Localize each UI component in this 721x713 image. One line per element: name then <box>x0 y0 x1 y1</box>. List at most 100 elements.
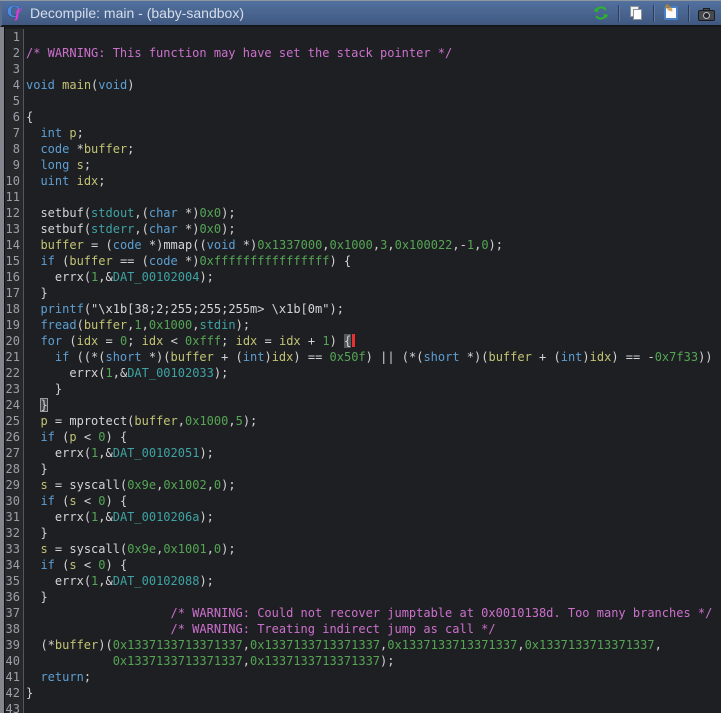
code-line[interactable]: 14 buffer = (code *)mmap((void *)0x13370… <box>5 237 721 253</box>
code-line[interactable]: 27 errx(1,&DAT_00102051); <box>5 445 721 461</box>
line-number: 25 <box>5 413 24 429</box>
code-line[interactable]: 35 errx(1,&DAT_00102088); <box>5 573 721 589</box>
code-line[interactable]: 30 if (s < 0) { <box>5 493 721 509</box>
code-line[interactable]: 5 <box>5 93 721 109</box>
code-text: } <box>24 589 721 605</box>
line-number: 31 <box>5 509 24 525</box>
code-line[interactable]: 39 (*buffer)(0x1337133713371337,0x133713… <box>5 637 721 653</box>
code-line[interactable]: 19 fread(buffer,1,0x1000,stdin); <box>5 317 721 333</box>
code-line[interactable]: 6{ <box>5 109 721 125</box>
line-number: 2 <box>5 45 24 61</box>
code-text: buffer = (code *)mmap((void *)0x1337000,… <box>24 237 721 253</box>
line-number: 38 <box>5 621 24 637</box>
code-line[interactable]: 2/* WARNING: This function may have set … <box>5 45 721 61</box>
line-number: 1 <box>5 29 24 45</box>
code-line[interactable]: 13 setbuf(stderr,(char *)0x0); <box>5 221 721 237</box>
code-line[interactable]: 21 if ((*(short *)(buffer + (int)idx) ==… <box>5 349 721 365</box>
code-text: errx(1,&DAT_00102004); <box>24 269 721 285</box>
code-text: uint idx; <box>24 173 721 189</box>
code-text: } <box>24 461 721 477</box>
refresh-button[interactable] <box>590 3 612 23</box>
code-text: setbuf(stderr,(char *)0x0); <box>24 221 721 237</box>
code-line[interactable]: 18 printf("\x1b[38;2;255;255;255m> \x1b[… <box>5 301 721 317</box>
code-text: fread(buffer,1,0x1000,stdin); <box>24 317 721 333</box>
code-text: errx(1,&DAT_00102051); <box>24 445 721 461</box>
code-text: if ((*(short *)(buffer + (int)idx) == 0x… <box>24 349 721 365</box>
code-text: } <box>24 397 721 413</box>
line-number: 41 <box>5 669 24 685</box>
code-text: errx(1,&DAT_0010206a); <box>24 509 721 525</box>
code-line[interactable]: 24 } <box>5 397 721 413</box>
code-text: 0x1337133713371337,0x1337133713371337); <box>24 653 721 669</box>
code-line[interactable]: 38 /* WARNING: Treating indirect jump as… <box>5 621 721 637</box>
code-line[interactable]: 22 errx(1,&DAT_00102033); <box>5 365 721 381</box>
code-line[interactable]: 12 setbuf(stdout,(char *)0x0); <box>5 205 721 221</box>
code-text: printf("\x1b[38;2;255;255;255m> \x1b[0m"… <box>24 301 721 317</box>
code-line[interactable]: 41 return; <box>5 669 721 685</box>
code-line[interactable]: 4void main(void) <box>5 77 721 93</box>
copy-icon <box>629 6 644 21</box>
code-text: } <box>24 525 721 541</box>
line-number: 39 <box>5 637 24 653</box>
line-number: 16 <box>5 269 24 285</box>
code-line[interactable]: 43 <box>5 701 721 713</box>
code-line[interactable]: 36 } <box>5 589 721 605</box>
line-number: 42 <box>5 685 24 701</box>
refresh-icon <box>593 5 609 21</box>
code-line[interactable]: 26 if (p < 0) { <box>5 429 721 445</box>
code-line[interactable]: 32 } <box>5 525 721 541</box>
code-text: errx(1,&DAT_00102033); <box>24 365 721 381</box>
code-line[interactable]: 42} <box>5 685 721 701</box>
code-line[interactable]: 40 0x1337133713371337,0x1337133713371337… <box>5 653 721 669</box>
code-text: /* WARNING: This function may have set t… <box>24 45 721 61</box>
code-text: { <box>24 109 721 125</box>
code-text: (*buffer)(0x1337133713371337,0x133713371… <box>24 637 721 653</box>
code-line[interactable]: 33 s = syscall(0x9e,0x1001,0); <box>5 541 721 557</box>
code-text: void main(void) <box>24 77 721 93</box>
code-text: errx(1,&DAT_00102088); <box>24 573 721 589</box>
code-line[interactable]: 23 } <box>5 381 721 397</box>
code-text: } <box>24 685 721 701</box>
code-line[interactable]: 25 p = mprotect(buffer,0x1000,5); <box>5 413 721 429</box>
code-line[interactable]: 28 } <box>5 461 721 477</box>
code-text <box>24 701 721 713</box>
code-line[interactable]: 1 <box>5 29 721 45</box>
line-number: 18 <box>5 301 24 317</box>
copy-button[interactable] <box>625 3 647 23</box>
code-line[interactable]: 9 long s; <box>5 157 721 173</box>
code-line[interactable]: 15 if (buffer == (code *)0xfffffffffffff… <box>5 253 721 269</box>
code-line[interactable]: 11 <box>5 189 721 205</box>
toolbar-separator <box>688 5 689 22</box>
line-number: 10 <box>5 173 24 189</box>
code-line[interactable]: 16 errx(1,&DAT_00102004); <box>5 269 721 285</box>
line-number: 23 <box>5 381 24 397</box>
code-text: code *buffer; <box>24 141 721 157</box>
code-line[interactable]: 29 s = syscall(0x9e,0x1002,0); <box>5 477 721 493</box>
edit-button[interactable]: ✎ <box>660 3 682 23</box>
code-line[interactable]: 31 errx(1,&DAT_0010206a); <box>5 509 721 525</box>
code-line[interactable]: 8 code *buffer; <box>5 141 721 157</box>
code-line[interactable]: 7 int p; <box>5 125 721 141</box>
code-text: for (idx = 0; idx < 0xfff; idx = idx + 1… <box>24 333 721 349</box>
code-text: s = syscall(0x9e,0x1001,0); <box>24 541 721 557</box>
code-text: if (buffer == (code *)0xffffffffffffffff… <box>24 253 721 269</box>
code-line[interactable]: 34 if (s < 0) { <box>5 557 721 573</box>
code-line[interactable]: 10 uint idx; <box>5 173 721 189</box>
code-line[interactable]: 3 <box>5 61 721 77</box>
snapshot-button[interactable] <box>695 3 717 23</box>
line-number: 30 <box>5 493 24 509</box>
code-text: if (s < 0) { <box>24 493 721 509</box>
decompiler-editor: 12/* WARNING: This function may have set… <box>0 27 721 713</box>
editor-left-edge <box>0 27 5 713</box>
code-line[interactable]: 37 /* WARNING: Could not recover jumptab… <box>5 605 721 621</box>
code-text: p = mprotect(buffer,0x1000,5); <box>24 413 721 429</box>
decompiler-cf-icon: C f <box>7 5 24 22</box>
code-area: 12/* WARNING: This function may have set… <box>5 29 721 713</box>
toolbar-separator <box>618 5 619 22</box>
code-text: return; <box>24 669 721 685</box>
code-text <box>24 93 721 109</box>
code-line[interactable]: 17 } <box>5 285 721 301</box>
line-number: 40 <box>5 653 24 669</box>
line-number: 37 <box>5 605 24 621</box>
code-line[interactable]: 20 for (idx = 0; idx < 0xfff; idx = idx … <box>5 333 721 349</box>
